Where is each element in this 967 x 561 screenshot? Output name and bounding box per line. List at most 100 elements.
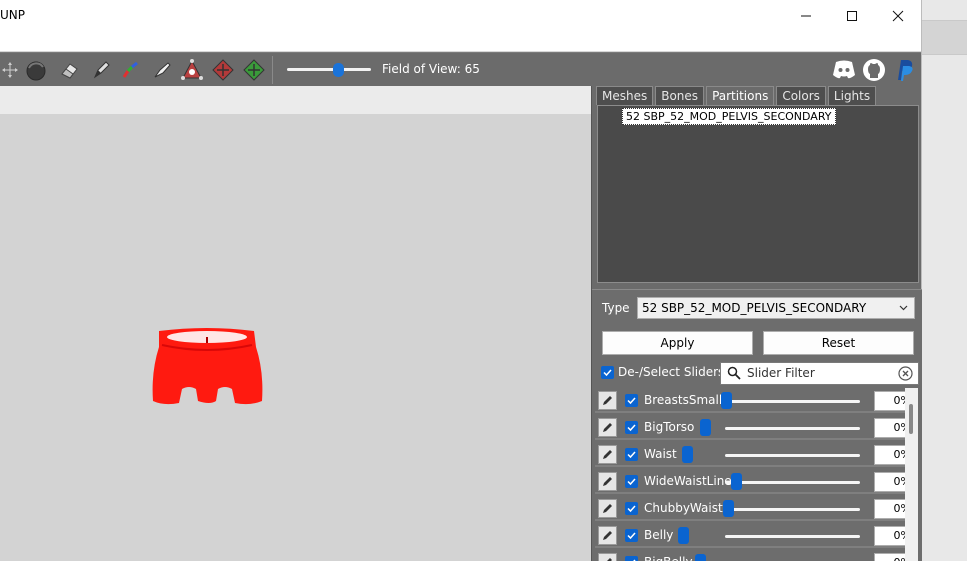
expand-icon xyxy=(243,59,265,81)
check-icon xyxy=(627,532,636,540)
slider-track[interactable] xyxy=(725,481,860,484)
maximize-button[interactable] xyxy=(829,2,875,30)
slider-checkbox[interactable] xyxy=(625,394,638,407)
deselect-sliders-toggle[interactable]: De-/Select Sliders xyxy=(601,365,724,379)
slider-filter-input[interactable]: Slider Filter xyxy=(720,362,919,385)
reset-button[interactable]: Reset xyxy=(763,331,914,355)
slider-thumb[interactable] xyxy=(700,419,711,436)
check-icon xyxy=(627,451,636,459)
fov-slider[interactable] xyxy=(287,63,371,77)
background-bar xyxy=(922,20,967,55)
inflate-tool-button[interactable] xyxy=(180,58,204,82)
tab-lights[interactable]: Lights xyxy=(827,86,877,105)
brush-tool-button[interactable] xyxy=(24,58,48,82)
slider-track[interactable] xyxy=(725,535,860,538)
slider-thumb[interactable] xyxy=(682,446,693,463)
slider-checkbox[interactable] xyxy=(625,556,638,561)
fov-label: Field of View: 65 xyxy=(382,62,480,76)
close-button[interactable] xyxy=(875,2,921,30)
slider-checkbox[interactable] xyxy=(625,421,638,434)
edit-slider-button[interactable] xyxy=(598,418,617,437)
smooth-tool-button[interactable] xyxy=(150,58,174,82)
inflate-icon xyxy=(181,59,203,80)
tab-meshes[interactable]: Meshes xyxy=(596,86,654,105)
pencil-icon xyxy=(603,396,612,405)
slider-value-field[interactable]: 0% xyxy=(874,499,905,519)
rainbow-brush-icon xyxy=(122,61,138,78)
color-brush-tool-button[interactable] xyxy=(119,58,143,82)
paypal-button[interactable] xyxy=(891,57,917,83)
tab-colors[interactable]: Colors xyxy=(776,86,826,105)
slider-thumb[interactable] xyxy=(695,554,706,561)
fov-slider-thumb[interactable] xyxy=(333,63,345,77)
eraser-tool-button[interactable] xyxy=(57,58,81,82)
slider-track[interactable] xyxy=(725,454,860,457)
type-dropdown-value: 52 SBP_52_MOD_PELVIS_SECONDARY xyxy=(642,301,867,315)
deflate-tool-button[interactable] xyxy=(211,58,235,82)
maximize-icon xyxy=(847,11,857,21)
slider-list-scrollbar[interactable] xyxy=(905,388,918,561)
pencil-icon xyxy=(603,477,612,486)
slider-checkbox[interactable] xyxy=(625,475,638,488)
pencil-icon xyxy=(603,423,612,432)
slider-thumb[interactable] xyxy=(723,500,734,517)
slider-list: BreastsSmall0%BigTorso0%Waist0%WideWaist… xyxy=(595,388,905,561)
pencil-tool-button[interactable] xyxy=(89,58,113,82)
slider-thumb[interactable] xyxy=(731,473,742,490)
expand-tool-button[interactable] xyxy=(242,58,266,82)
deselect-sliders-label: De-/Select Sliders xyxy=(618,365,725,379)
discord-button[interactable] xyxy=(831,57,857,83)
slider-row: Waist 0% xyxy=(595,442,905,467)
slider-filter-placeholder: Slider Filter xyxy=(747,366,815,380)
slider-value-field[interactable]: 0% xyxy=(874,472,905,492)
slider-checkbox[interactable] xyxy=(625,502,638,515)
shorts-model xyxy=(152,328,263,405)
slider-checkbox[interactable] xyxy=(625,529,638,542)
background-window xyxy=(921,0,967,561)
github-button[interactable] xyxy=(861,57,887,83)
edit-slider-button[interactable] xyxy=(598,553,617,561)
move-icon xyxy=(2,62,18,78)
eraser-icon xyxy=(61,63,78,79)
edit-slider-button[interactable] xyxy=(598,472,617,491)
slider-row: ChubbyWaist 0% xyxy=(595,496,905,521)
search-icon xyxy=(727,366,741,380)
slider-value-field[interactable]: 0% xyxy=(874,553,905,561)
slider-value-field[interactable]: 0% xyxy=(874,391,905,411)
edit-slider-button[interactable] xyxy=(598,499,617,518)
edit-slider-button[interactable] xyxy=(598,526,617,545)
tab-partitions[interactable]: Partitions xyxy=(706,86,775,105)
move-tool-button[interactable] xyxy=(0,58,22,82)
edit-slider-button[interactable] xyxy=(598,391,617,410)
slider-value-field[interactable]: 0% xyxy=(874,445,905,465)
title-bar[interactable]: UNP xyxy=(0,0,921,52)
minimize-button[interactable] xyxy=(783,2,829,30)
partition-list[interactable]: 52 SBP_52_MOD_PELVIS_SECONDARY xyxy=(597,105,919,283)
minimize-icon xyxy=(801,15,811,17)
type-dropdown[interactable]: 52 SBP_52_MOD_PELVIS_SECONDARY xyxy=(637,297,915,319)
slider-thumb[interactable] xyxy=(678,527,689,544)
slider-track[interactable] xyxy=(725,508,860,511)
slider-value-field[interactable]: 0% xyxy=(874,526,905,546)
slider-name: BigTorso xyxy=(644,420,695,434)
apply-button[interactable]: Apply xyxy=(602,331,753,355)
slider-checkbox[interactable] xyxy=(625,448,638,461)
paypal-icon xyxy=(898,60,913,81)
slider-panel: Type 52 SBP_52_MOD_PELVIS_SECONDARY Appl… xyxy=(592,289,922,561)
slider-thumb[interactable] xyxy=(721,392,732,409)
clear-icon[interactable] xyxy=(898,366,913,381)
viewport-header xyxy=(0,86,591,114)
slider-track[interactable] xyxy=(725,400,860,403)
slider-name: BigBelly xyxy=(644,555,693,561)
partition-item[interactable]: 52 SBP_52_MOD_PELVIS_SECONDARY xyxy=(622,108,836,125)
pencil-icon xyxy=(603,450,612,459)
slider-name: BreastsSmall xyxy=(644,393,723,407)
slider-value-field[interactable]: 0% xyxy=(874,418,905,438)
slider-track[interactable] xyxy=(725,427,860,430)
edit-slider-button[interactable] xyxy=(598,445,617,464)
deselect-sliders-checkbox[interactable] xyxy=(601,365,614,379)
slider-name: WideWaistLine xyxy=(644,474,732,488)
3d-viewport[interactable] xyxy=(0,114,591,561)
scrollbar-thumb[interactable] xyxy=(909,404,913,434)
tab-bones[interactable]: Bones xyxy=(655,86,705,105)
